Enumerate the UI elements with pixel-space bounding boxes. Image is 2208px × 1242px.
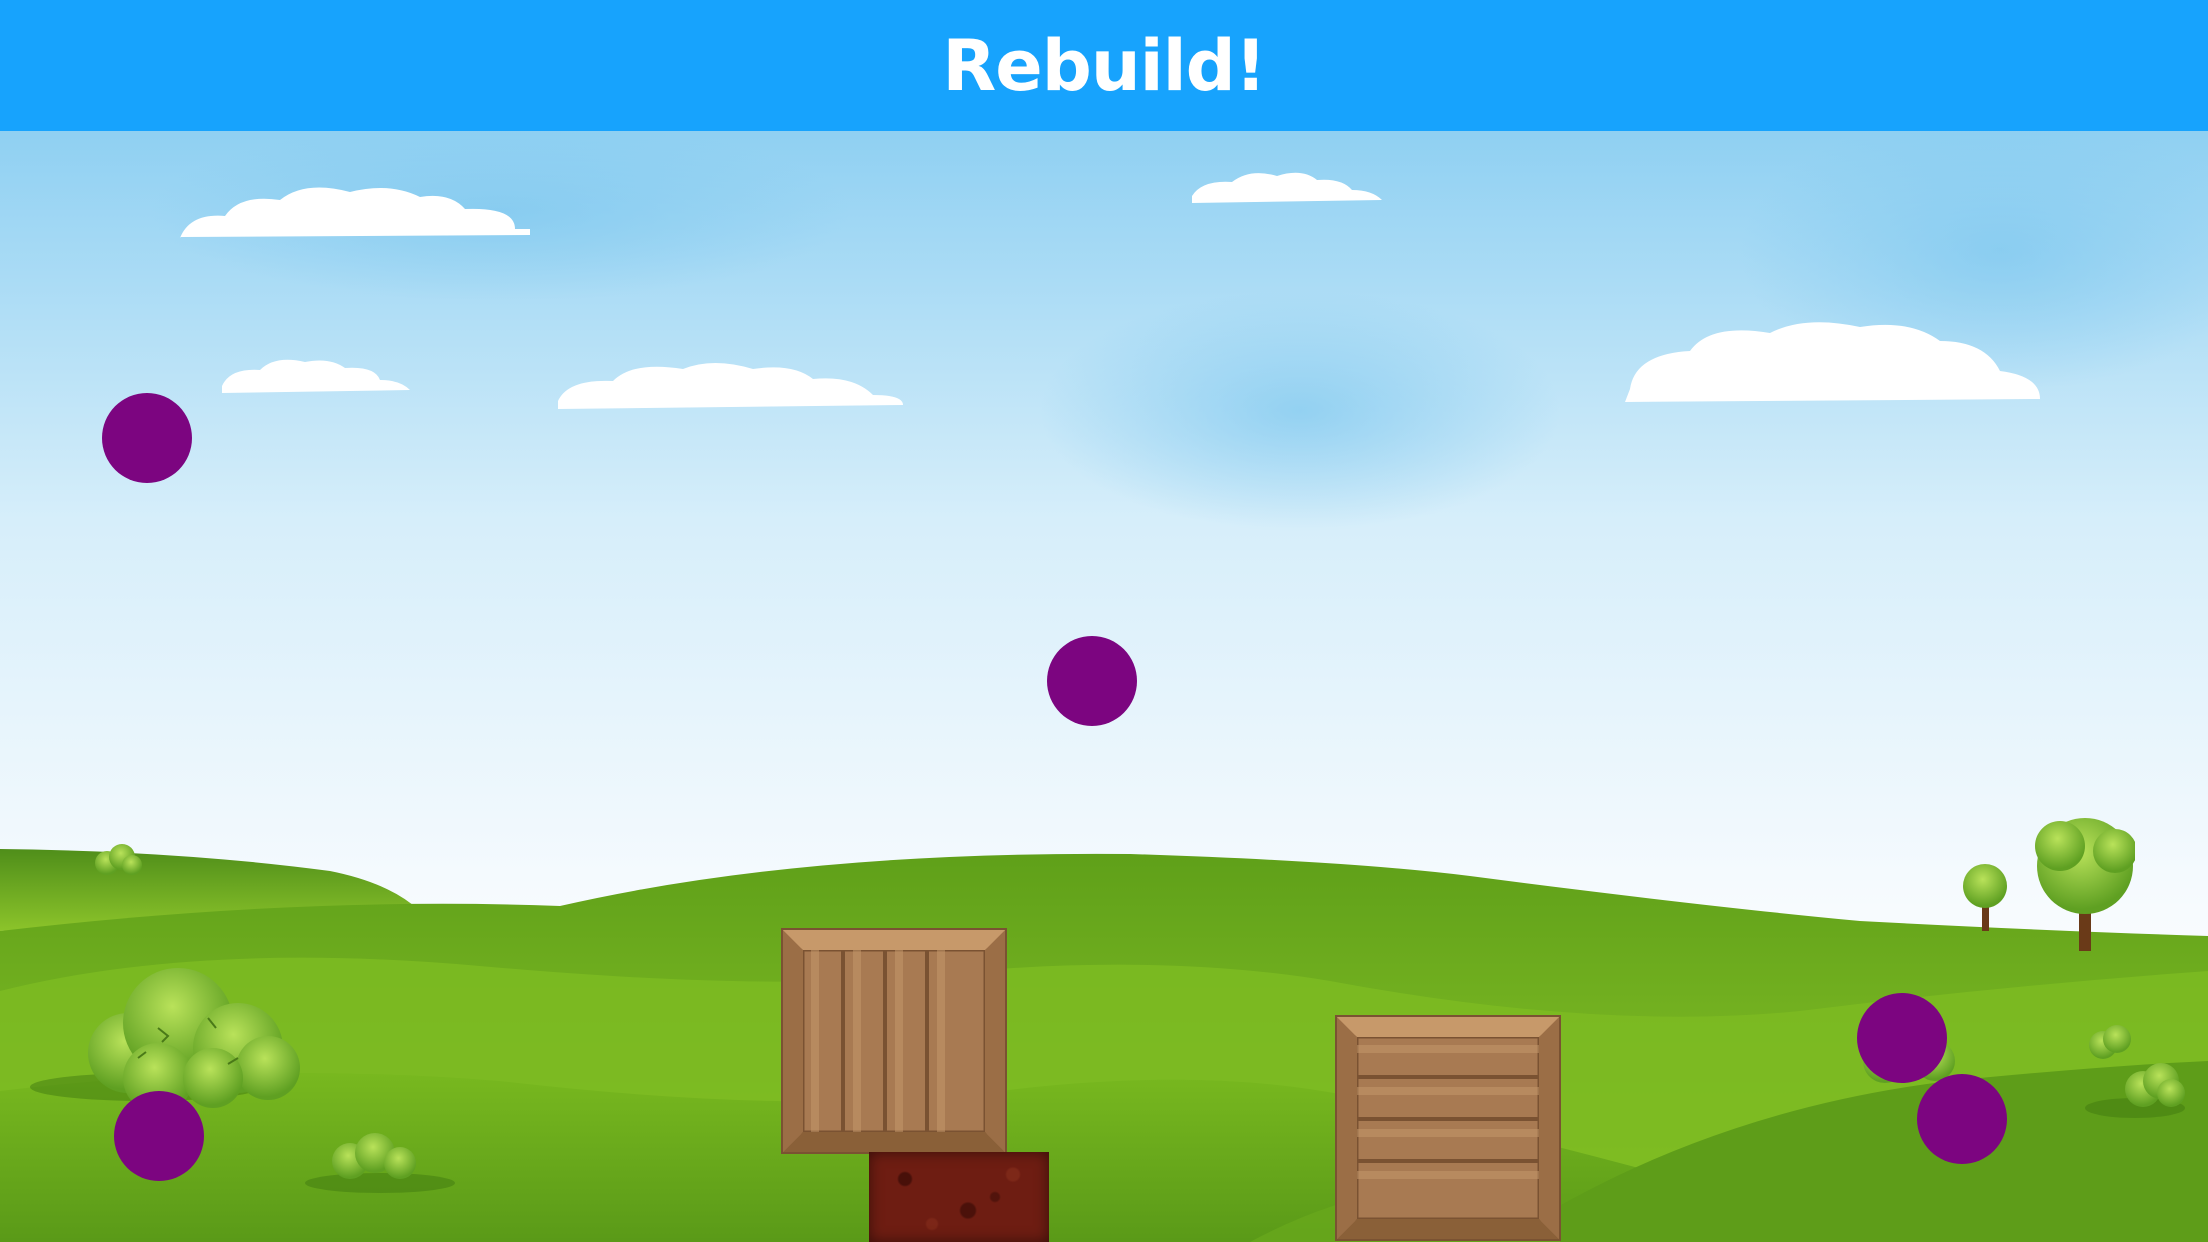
tree-right	[1963, 818, 2135, 951]
ball-top-left[interactable]	[102, 393, 192, 483]
crate-vertical-planks[interactable]	[781, 928, 1007, 1154]
ball-right-upper[interactable]	[1857, 993, 1947, 1083]
bush-left-large	[88, 968, 300, 1108]
bush-distant-left	[95, 844, 142, 875]
ball-center[interactable]	[1047, 636, 1137, 726]
bush-right-small	[2125, 1063, 2185, 1107]
game-title: Rebuild!	[942, 24, 1266, 107]
game-scene[interactable]	[0, 131, 2208, 1242]
bush-small-1	[332, 1133, 416, 1179]
crate-horizontal-planks[interactable]	[1335, 1015, 1561, 1241]
bush-far-right	[2089, 1025, 2131, 1059]
brick-block[interactable]	[869, 1152, 1049, 1242]
title-bar: Rebuild!	[0, 0, 2208, 131]
ball-bottom-left[interactable]	[114, 1091, 204, 1181]
ball-right-lower[interactable]	[1917, 1074, 2007, 1164]
